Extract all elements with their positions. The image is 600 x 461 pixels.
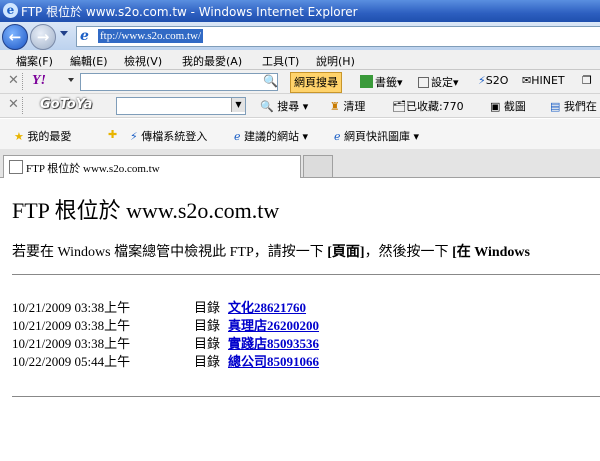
ie-icon: ℯ bbox=[334, 130, 341, 143]
menu-tools[interactable]: 工具(T) bbox=[262, 53, 299, 69]
new-tab-button[interactable] bbox=[303, 155, 333, 177]
web-search-button[interactable]: 網頁搜尋 bbox=[290, 72, 342, 93]
menu-favorites[interactable]: 我的最愛(A) bbox=[182, 53, 242, 69]
history-dropdown-icon[interactable] bbox=[60, 31, 68, 36]
entry-date: 10/22/2009 05:44上午 bbox=[12, 354, 131, 369]
add-favorite-icon[interactable]: ✚ bbox=[108, 128, 117, 141]
favorites-bar: ★ 我的最愛 ✚ ⚡ 傳檔系統登入 ℯ 建議的網站 ▾ ℯ 網頁快訊圖庫 ▾ bbox=[0, 119, 600, 149]
entry-date: 10/21/2009 03:38上午 bbox=[12, 318, 131, 333]
entry-date: 10/21/2009 03:38上午 bbox=[12, 300, 131, 315]
divider bbox=[12, 396, 600, 397]
mail-icon: ✉ bbox=[522, 74, 532, 87]
page-content: FTP 根位於 www.s2o.com.tw 若要在 Windows 檔案總管中… bbox=[0, 178, 600, 461]
bookmarked-button[interactable]: 🗂已收藏:770 bbox=[392, 98, 464, 114]
broom-icon: ♜ bbox=[330, 100, 340, 113]
checkbox-icon bbox=[418, 77, 429, 88]
ours-button[interactable]: ▤ 我們在 bbox=[550, 98, 597, 114]
books-button[interactable]: 書籤▾ bbox=[360, 74, 403, 90]
chevron-down-icon[interactable] bbox=[68, 78, 74, 82]
gotoya-logo[interactable]: GoToYa bbox=[40, 97, 92, 112]
navigation-bar: ← → e ftp://www.s2o.com.tw/ bbox=[0, 22, 600, 50]
entry-type: 目錄 bbox=[194, 318, 221, 333]
clear-button[interactable]: ♜ 清理 bbox=[330, 98, 365, 114]
back-button[interactable]: ← bbox=[2, 24, 28, 50]
tab-ftp-root[interactable]: FTP 根位於 www.s2o.com.tw bbox=[3, 155, 301, 178]
more-icon[interactable]: ❐ bbox=[582, 74, 592, 87]
tab-label: FTP 根位於 www.s2o.com.tw bbox=[26, 163, 160, 175]
yahoo-search-input[interactable] bbox=[80, 73, 278, 91]
books-icon bbox=[360, 75, 373, 88]
bookmark-icon: 🗂 bbox=[392, 100, 406, 113]
entry-date: 10/21/2009 03:38上午 bbox=[12, 336, 131, 351]
menu-file[interactable]: 檔案(F) bbox=[16, 53, 53, 69]
suggested-sites-link[interactable]: ℯ 建議的網站 ▾ bbox=[234, 128, 308, 144]
search-icon: 🔍 bbox=[260, 100, 274, 113]
s2o-button[interactable]: ⚡S2O bbox=[478, 74, 508, 87]
star-icon: ★ bbox=[14, 130, 24, 143]
tabs-bar: FTP 根位於 www.s2o.com.tw bbox=[0, 149, 600, 178]
address-url[interactable]: ftp://www.s2o.com.tw/ bbox=[98, 29, 204, 43]
gotoya-search-input[interactable]: ▼ bbox=[116, 97, 246, 115]
yahoo-toolbar: ✕ Y! 🔍 網頁搜尋 書籤▾ 設定▾ ⚡S2O ✉HINET ❐ bbox=[0, 70, 600, 94]
menu-edit[interactable]: 編輯(E) bbox=[70, 53, 108, 69]
directory-link[interactable]: 真理店26200200 bbox=[228, 315, 319, 334]
camera-icon: ▣ bbox=[490, 100, 501, 113]
directory-link[interactable]: 文化28621760 bbox=[228, 297, 306, 316]
hinet-button[interactable]: ✉HINET bbox=[522, 74, 565, 87]
page-icon: e bbox=[80, 28, 89, 44]
search-icon[interactable]: 🔍 bbox=[263, 74, 278, 88]
favorites-button[interactable]: ★ 我的最愛 bbox=[14, 128, 71, 144]
menu-help[interactable]: 說明(H) bbox=[316, 53, 355, 69]
ie-icon: e bbox=[3, 3, 18, 18]
close-toolbar-icon[interactable]: ✕ bbox=[8, 73, 19, 88]
people-icon: ▤ bbox=[550, 100, 561, 113]
window-title: FTP 根位於 www.s2o.com.tw - Windows Interne… bbox=[21, 5, 358, 19]
chevron-down-icon[interactable]: ▼ bbox=[231, 98, 245, 112]
close-toolbar-icon[interactable]: ✕ bbox=[8, 97, 19, 112]
gotoya-search-button[interactable]: 🔍 搜尋 ▾ bbox=[260, 98, 308, 114]
gotoya-toolbar: ✕ GoToYa ▼ 🔍 搜尋 ▾ ♜ 清理 🗂已收藏:770 ▣ 截圖 ▤ 我… bbox=[0, 94, 600, 118]
forward-button[interactable]: → bbox=[30, 24, 56, 50]
directory-link[interactable]: 總公司85091066 bbox=[228, 351, 319, 370]
fax-icon: ⚡ bbox=[478, 74, 486, 87]
address-bar[interactable]: e ftp://www.s2o.com.tw/ bbox=[76, 26, 600, 47]
entry-type: 目錄 bbox=[194, 336, 221, 351]
page-title: FTP 根位於 www.s2o.com.tw bbox=[12, 198, 280, 223]
entry-type: 目錄 bbox=[194, 300, 221, 315]
page-icon bbox=[9, 160, 23, 174]
divider bbox=[12, 274, 600, 275]
ie-icon: ℯ bbox=[234, 130, 241, 143]
settings-button[interactable]: 設定▾ bbox=[418, 74, 459, 90]
screenshot-button[interactable]: ▣ 截圖 bbox=[490, 98, 526, 114]
yahoo-logo[interactable]: Y! bbox=[32, 73, 46, 89]
menu-bar: 檔案(F) 編輯(E) 檢視(V) 我的最愛(A) 工具(T) 說明(H) bbox=[0, 50, 600, 70]
entry-type: 目錄 bbox=[194, 354, 221, 369]
toolbar-grip[interactable] bbox=[22, 73, 25, 90]
title-bar: e FTP 根位於 www.s2o.com.tw - Windows Inter… bbox=[0, 0, 600, 22]
fax-icon: ⚡ bbox=[130, 130, 138, 143]
fax-login-link[interactable]: ⚡ 傳檔系統登入 bbox=[130, 128, 207, 144]
toolbar-grip[interactable] bbox=[22, 97, 25, 114]
directory-link[interactable]: 實踐店85093536 bbox=[228, 333, 319, 352]
instruction-text: 若要在 Windows 檔案總管中檢視此 FTP，請按一下 [頁面]，然後按一下… bbox=[12, 245, 530, 260]
menu-view[interactable]: 檢視(V) bbox=[124, 53, 162, 69]
web-slice-gallery-link[interactable]: ℯ 網頁快訊圖庫 ▾ bbox=[334, 128, 419, 144]
